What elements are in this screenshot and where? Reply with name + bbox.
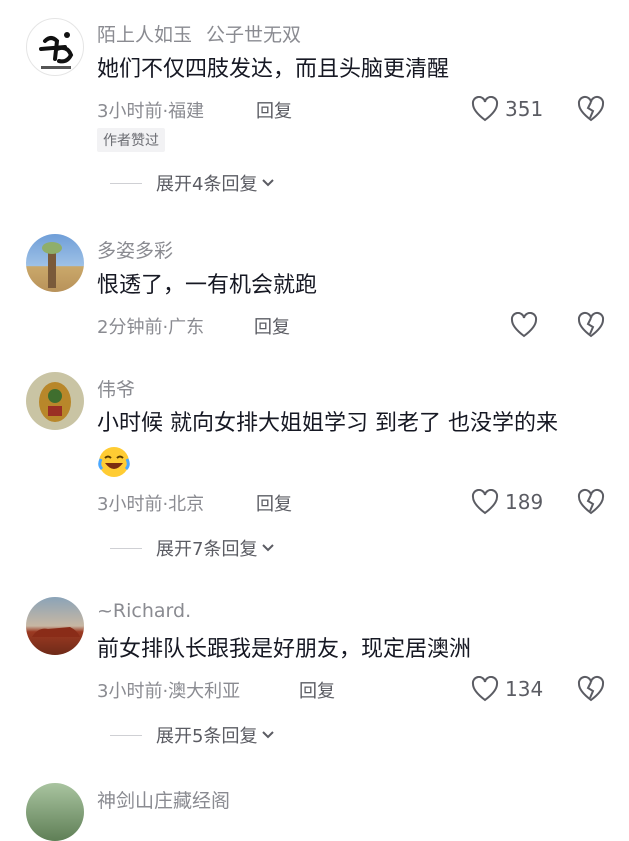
comment-text: 前女排队长跟我是好朋友，现定居澳洲 bbox=[97, 637, 472, 662]
author-liked-badge: 作者赞过 bbox=[97, 128, 165, 152]
expand-label: 展开5条回复 bbox=[156, 726, 258, 747]
comment-meta: 3小时前·北京 bbox=[97, 494, 205, 515]
like-button[interactable]: 189 bbox=[471, 487, 543, 517]
reply-button[interactable]: 回复 bbox=[256, 97, 292, 123]
heart-icon bbox=[471, 676, 499, 702]
heart-icon bbox=[471, 489, 499, 515]
comment-text: 恨透了，一有机会就跑 bbox=[97, 273, 318, 298]
like-count: 189 bbox=[505, 490, 544, 514]
reply-button[interactable]: 回复 bbox=[299, 677, 335, 703]
avatar[interactable] bbox=[26, 783, 84, 841]
avatar[interactable] bbox=[26, 372, 84, 430]
username[interactable]: 多姿多彩 bbox=[97, 236, 173, 263]
chevron-down-icon bbox=[262, 544, 275, 552]
chevron-down-icon bbox=[262, 731, 275, 739]
comment-meta: 2分钟前·广东 bbox=[97, 317, 205, 338]
expand-replies-button[interactable]: 展开5条回复 bbox=[110, 722, 275, 748]
username[interactable]: 陌上人如玉 公子世无双 bbox=[97, 20, 301, 47]
heart-icon bbox=[510, 312, 538, 338]
like-button[interactable]: 134 bbox=[471, 674, 543, 704]
username-suffix: 公子世无双 bbox=[206, 24, 302, 46]
username[interactable]: ~Richard. bbox=[97, 600, 191, 622]
broken-heart-icon[interactable] bbox=[576, 674, 606, 704]
expand-replies-button[interactable]: 展开4条回复 bbox=[110, 170, 275, 196]
heart-icon bbox=[471, 96, 499, 122]
chevron-down-icon bbox=[262, 179, 275, 187]
username[interactable]: 伟爷 bbox=[97, 375, 135, 402]
broken-heart-icon[interactable] bbox=[576, 94, 606, 124]
divider-line bbox=[110, 182, 142, 184]
expand-replies-button[interactable]: 展开7条回复 bbox=[110, 535, 275, 561]
avatar[interactable] bbox=[26, 18, 84, 76]
like-button[interactable] bbox=[510, 310, 544, 340]
reply-button[interactable]: 回复 bbox=[256, 490, 292, 516]
avatar[interactable] bbox=[26, 597, 84, 655]
username-main: 陌上人如玉 bbox=[97, 24, 193, 46]
broken-heart-icon[interactable] bbox=[576, 487, 606, 517]
like-count: 351 bbox=[505, 97, 544, 121]
reply-button[interactable]: 回复 bbox=[254, 313, 290, 339]
comment-text: 她们不仅四肢发达，而且头脑更清醒 bbox=[97, 57, 450, 82]
comment-meta: 3小时前·澳大利亚 bbox=[97, 681, 241, 702]
broken-heart-icon[interactable] bbox=[576, 310, 606, 340]
comment-text: 小时候 就向女排大姐姐学习 到老了 也没学的来 bbox=[97, 411, 558, 436]
divider-line bbox=[110, 734, 142, 736]
laughing-crying-emoji-icon bbox=[98, 447, 130, 477]
comment-meta: 3小时前·福建 bbox=[97, 101, 205, 122]
divider-line bbox=[110, 547, 142, 549]
like-button[interactable]: 351 bbox=[471, 94, 543, 124]
like-count: 134 bbox=[505, 677, 544, 701]
avatar[interactable] bbox=[26, 234, 84, 292]
expand-label: 展开4条回复 bbox=[156, 174, 258, 195]
expand-label: 展开7条回复 bbox=[156, 539, 258, 560]
